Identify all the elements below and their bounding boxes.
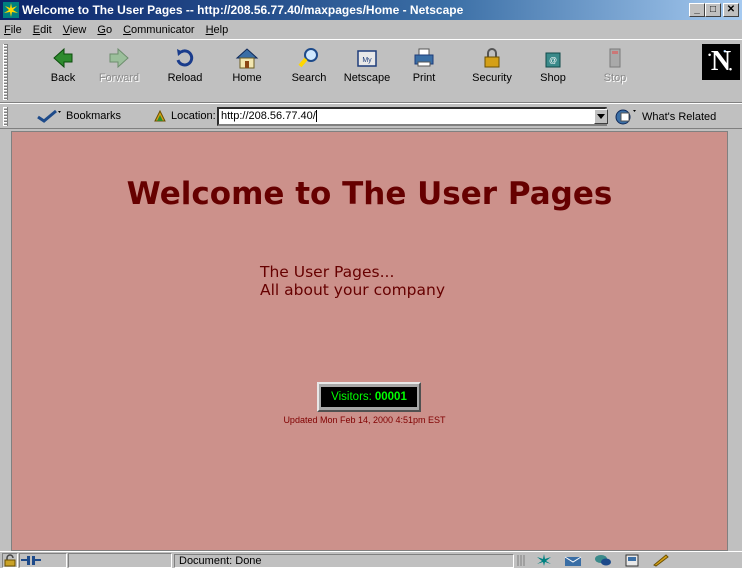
- bookmarks-icon: [37, 109, 61, 123]
- url-input[interactable]: http://208.56.77.40/: [217, 107, 607, 126]
- bookmarks-label: Bookmarks: [66, 110, 122, 122]
- shop-button[interactable]: @ Shop: [528, 44, 578, 98]
- security-label: Security: [472, 72, 512, 84]
- netscape-app-icon[interactable]: [3, 2, 19, 18]
- right-window-edge: [729, 131, 742, 551]
- connection-plug-icon: [21, 556, 41, 565]
- whats-related-icon: [615, 109, 636, 125]
- status-message: Document: Done: [174, 554, 514, 568]
- shop-label: Shop: [540, 72, 566, 84]
- security-button[interactable]: Security: [467, 44, 517, 98]
- menu-help[interactable]: Help: [206, 24, 229, 36]
- grip-icon[interactable]: [517, 554, 525, 567]
- address-book-icon[interactable]: [623, 553, 641, 567]
- back-button[interactable]: Back: [38, 44, 88, 98]
- lock-icon: [484, 48, 500, 68]
- stop-button[interactable]: Stop: [590, 44, 640, 98]
- title-bar: Welcome to The User Pages -- http://208.…: [0, 0, 742, 20]
- printer-icon: [414, 48, 434, 67]
- tagline-line-2: All about your company: [260, 281, 446, 299]
- location-toolbar: Bookmarks Location: http://208.56.77.40/…: [0, 103, 742, 129]
- stop-label: Stop: [603, 72, 627, 84]
- window-title: Welcome to The User Pages -- http://208.…: [22, 3, 464, 17]
- home-icon: [235, 48, 259, 69]
- security-padlock-icon: [4, 554, 16, 567]
- print-label: Print: [412, 72, 436, 84]
- toolbar-grip[interactable]: [3, 44, 8, 100]
- location-toolbar-grip[interactable]: [3, 107, 8, 126]
- security-status-cell[interactable]: [2, 553, 18, 568]
- navigator-icon[interactable]: [535, 553, 553, 567]
- page-content: Welcome to The User Pages The User Pages…: [11, 131, 728, 551]
- menu-go[interactable]: Go: [97, 24, 112, 36]
- visitor-counter-display: Visitors: 00001: [321, 387, 417, 407]
- bookmarks-button[interactable]: Bookmarks: [36, 108, 121, 124]
- menu-view[interactable]: View: [63, 24, 87, 36]
- url-history-dropdown[interactable]: [594, 109, 608, 124]
- status-bar: Document: Done: [0, 551, 742, 568]
- netscape-logo-letter: N: [710, 46, 732, 77]
- forward-label: Forward: [98, 72, 140, 84]
- chevron-down-icon: [597, 114, 605, 119]
- menu-file[interactable]: File: [4, 24, 22, 36]
- visitor-counter: Visitors: 00001: [317, 382, 421, 412]
- forward-arrow-icon: [109, 47, 129, 69]
- last-updated-text: Updated Mon Feb 14, 2000 4:51pm EST: [283, 415, 446, 425]
- back-arrow-icon: [53, 47, 73, 69]
- location-label-group: Location:: [152, 108, 216, 124]
- tagline-line-1: The User Pages...: [260, 263, 395, 281]
- composer-icon[interactable]: [651, 553, 671, 567]
- reload-button[interactable]: Reload: [160, 44, 210, 98]
- page-proxy-icon[interactable]: [152, 108, 168, 124]
- forward-button[interactable]: Forward: [94, 44, 144, 98]
- home-button[interactable]: Home: [222, 44, 272, 98]
- stop-icon: [609, 48, 621, 68]
- page-tagline: The User Pages... All about your company: [260, 263, 445, 299]
- menu-communicator[interactable]: Communicator: [123, 24, 195, 36]
- reload-icon: [176, 49, 194, 67]
- back-label: Back: [50, 72, 76, 84]
- mailbox-icon[interactable]: [563, 553, 583, 567]
- netscape-logo[interactable]: N: [702, 44, 740, 80]
- search-label: Search: [291, 72, 327, 84]
- visitor-counter-label: Visitors:: [331, 391, 372, 403]
- page-heading: Welcome to The User Pages: [126, 176, 613, 212]
- my-netscape-icon: My: [357, 50, 377, 67]
- netscape-label: Netscape: [343, 72, 391, 84]
- visitor-counter-value: 00001: [374, 391, 407, 403]
- whats-related-button[interactable]: What's Related: [614, 108, 716, 126]
- minimize-button[interactable]: _: [689, 3, 705, 17]
- print-button[interactable]: Print: [399, 44, 449, 98]
- maximize-button[interactable]: □: [705, 3, 721, 17]
- svg-text:@: @: [549, 56, 557, 65]
- whats-related-label: What's Related: [642, 111, 717, 123]
- progress-cell: [68, 553, 172, 568]
- url-text: http://208.56.77.40/: [221, 110, 316, 122]
- discussion-groups-icon[interactable]: [593, 553, 613, 567]
- component-bar: [517, 553, 671, 567]
- reload-label: Reload: [167, 72, 203, 84]
- connection-status-cell: [19, 553, 67, 568]
- navigation-toolbar: Back Forward Reload Home Search My Netsc…: [0, 39, 742, 103]
- search-icon: [298, 48, 318, 68]
- location-label: Location:: [171, 110, 216, 122]
- text-caret: [315, 110, 317, 123]
- shopping-bag-icon: @: [545, 52, 561, 68]
- close-button[interactable]: ✕: [723, 3, 739, 17]
- menu-edit[interactable]: Edit: [33, 24, 52, 36]
- home-label: Home: [232, 72, 262, 84]
- svg-text:My: My: [362, 57, 372, 64]
- search-button[interactable]: Search: [284, 44, 334, 98]
- netscape-button[interactable]: My Netscape: [340, 44, 394, 98]
- menu-bar: File Edit View Go Communicator Help: [0, 20, 742, 39]
